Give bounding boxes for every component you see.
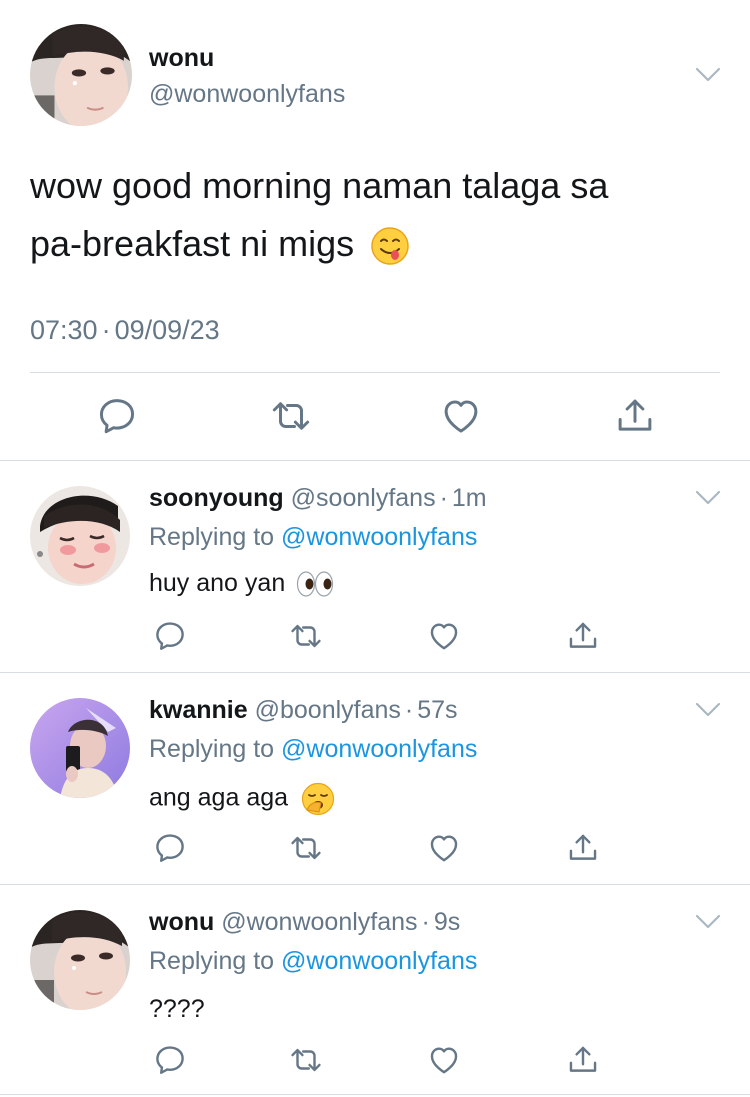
reply-text: huy ano yan <box>149 569 286 597</box>
reply-text-line: ang aga aga <box>149 782 335 816</box>
avatar[interactable] <box>30 910 130 1010</box>
divider <box>0 1094 750 1095</box>
chevron-down-icon[interactable] <box>695 489 721 507</box>
header-separator: · <box>404 696 414 724</box>
divider <box>30 372 720 373</box>
divider <box>0 884 750 885</box>
replying-to-handle[interactable]: @wonwoonlyfans <box>281 735 477 763</box>
avatar[interactable] <box>30 24 132 126</box>
chevron-down-icon[interactable] <box>695 66 721 84</box>
like-icon[interactable] <box>427 619 461 653</box>
reply-header: wonu @wonwoonlyfans · 9s <box>149 908 460 937</box>
retweet-icon[interactable] <box>270 395 312 437</box>
author-handle[interactable]: @boonlyfans <box>255 696 401 724</box>
replying-to-handle[interactable]: @wonwoonlyfans <box>281 523 477 551</box>
author-name[interactable]: kwannie <box>149 696 248 724</box>
replying-to: Replying to @wonwoonlyfans <box>149 523 477 552</box>
reply-icon[interactable] <box>153 1043 187 1077</box>
replying-to: Replying to @wonwoonlyfans <box>149 735 477 764</box>
tweet-timestamp: 07:30 · 09/09/23 <box>30 315 220 346</box>
reply-text-line: huy ano yan <box>149 569 334 599</box>
time-ago: 9s <box>433 908 461 936</box>
header-separator: · <box>439 484 448 512</box>
reply-text: ???? <box>149 995 205 1023</box>
reply-icon[interactable] <box>153 831 187 865</box>
like-icon[interactable] <box>427 831 461 865</box>
replying-to: Replying to @wonwoonlyfans <box>149 947 477 976</box>
divider <box>0 460 750 461</box>
tweet-date: 09/09/23 <box>114 315 220 345</box>
reply-header: soonyoung @soonlyfans · 1m <box>149 484 487 513</box>
share-icon[interactable] <box>566 1043 600 1077</box>
replying-to-prefix: Replying to <box>149 523 275 551</box>
avatar[interactable] <box>30 486 130 586</box>
author-name[interactable]: wonu <box>149 44 214 73</box>
tweet-time: 07:30 <box>30 315 98 345</box>
like-icon[interactable] <box>440 395 482 437</box>
yawning-face-icon <box>301 782 335 816</box>
reply-icon[interactable] <box>153 619 187 653</box>
share-icon[interactable] <box>614 395 656 437</box>
face-savoring-food-icon <box>370 226 410 266</box>
reply-text: ang aga aga <box>149 783 289 812</box>
author-handle[interactable]: @soonlyfans <box>291 484 436 512</box>
retweet-icon[interactable] <box>289 619 323 653</box>
retweet-icon[interactable] <box>289 831 323 865</box>
time-ago: 1m <box>451 484 487 512</box>
retweet-icon[interactable] <box>289 1043 323 1077</box>
author-name[interactable]: soonyoung <box>149 484 284 512</box>
timestamp-separator: · <box>101 315 111 345</box>
replying-to-handle[interactable]: @wonwoonlyfans <box>281 947 477 975</box>
share-icon[interactable] <box>566 619 600 653</box>
divider <box>0 672 750 673</box>
chevron-down-icon[interactable] <box>695 701 721 719</box>
tweet-text-line1: wow good morning naman talaga sa <box>30 165 609 206</box>
eyes-icon <box>296 569 334 599</box>
header-separator: · <box>421 908 430 936</box>
share-icon[interactable] <box>566 831 600 865</box>
like-icon[interactable] <box>427 1043 461 1077</box>
replying-to-prefix: Replying to <box>149 947 275 975</box>
tweet-text-line2: pa-breakfast ni migs <box>30 223 410 266</box>
avatar[interactable] <box>30 698 130 798</box>
author-handle[interactable]: @wonwoonlyfans <box>221 908 417 936</box>
author-handle[interactable]: @wonwoonlyfans <box>149 80 345 109</box>
reply-header: kwannie @boonlyfans · 57s <box>149 696 458 725</box>
author-name[interactable]: wonu <box>149 908 214 936</box>
replying-to-prefix: Replying to <box>149 735 275 763</box>
tweet-text: pa-breakfast ni migs <box>30 223 355 264</box>
chevron-down-icon[interactable] <box>695 913 721 931</box>
time-ago: 57s <box>417 696 458 724</box>
reply-icon[interactable] <box>96 395 138 437</box>
